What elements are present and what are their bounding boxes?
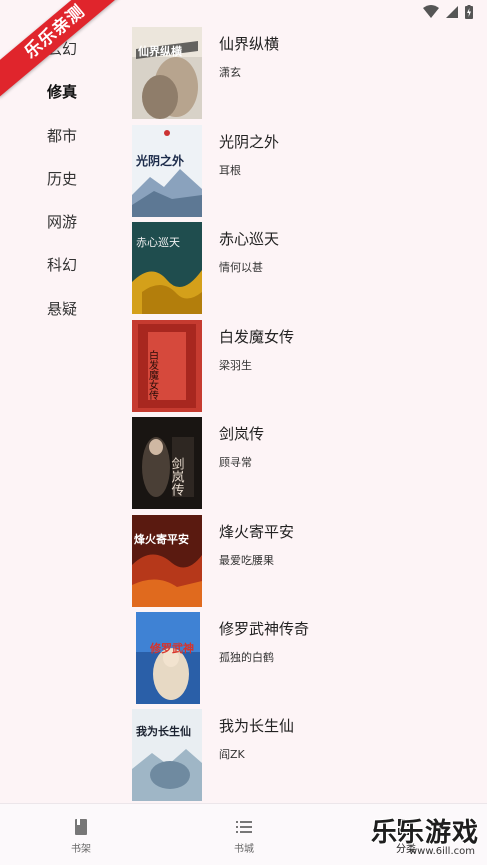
book-item[interactable]: 剑岚传 剑岚传 顾寻常 bbox=[132, 417, 472, 509]
book-icon bbox=[75, 819, 87, 835]
book-author: 情何以甚 bbox=[219, 261, 263, 274]
book-title[interactable]: 我为长生仙 bbox=[219, 715, 294, 736]
book-item[interactable]: 白发魔女传 白发魔女传 梁羽生 bbox=[132, 320, 472, 412]
sidebar-item-kehuan[interactable]: 科幻 bbox=[47, 254, 77, 275]
signal-icon bbox=[446, 6, 458, 18]
book-author: 阎ZK bbox=[219, 748, 245, 761]
book-author: 潇玄 bbox=[219, 66, 241, 79]
book-author: 最爱吃腰果 bbox=[219, 554, 274, 567]
book-cover[interactable]: 烽火寄平安 bbox=[132, 515, 202, 607]
battery-icon bbox=[465, 5, 473, 19]
book-title[interactable]: 修罗武神传奇 bbox=[219, 618, 309, 639]
book-title[interactable]: 剑岚传 bbox=[219, 423, 264, 444]
book-cover[interactable]: 我为长生仙 bbox=[132, 709, 202, 801]
book-item[interactable]: 仙界纵横 仙界纵横 潇玄 bbox=[132, 27, 472, 119]
book-author: 梁羽生 bbox=[219, 359, 252, 372]
book-item[interactable]: 光阴之外 光阴之外 耳根 bbox=[132, 125, 472, 217]
corner-watermark: 乐乐游戏 www.6ill.com bbox=[363, 808, 483, 862]
book-item[interactable]: 修罗武神 修罗武神传奇 孤独的白鹤 bbox=[132, 612, 472, 704]
book-title[interactable]: 光阴之外 bbox=[219, 131, 279, 152]
book-cover[interactable]: 仙界纵横 bbox=[132, 27, 202, 119]
svg-text:赤心巡天: 赤心巡天 bbox=[136, 236, 180, 249]
sidebar-item-xiuzhen[interactable]: 修真 bbox=[47, 81, 77, 102]
wifi-icon bbox=[423, 5, 439, 18]
nav-bookshelf[interactable]: 书架 bbox=[51, 818, 111, 855]
sidebar-item-wangyou[interactable]: 网游 bbox=[47, 211, 77, 232]
book-cover[interactable]: 赤心巡天 bbox=[132, 222, 202, 314]
book-item[interactable]: 赤心巡天 赤心巡天 情何以甚 bbox=[132, 222, 472, 314]
book-title[interactable]: 白发魔女传 bbox=[219, 326, 294, 347]
svg-text:白发魔女传: 白发魔女传 bbox=[147, 349, 159, 401]
nav-label: 书架 bbox=[71, 844, 91, 855]
nav-bookstore[interactable]: 书城 bbox=[214, 818, 274, 855]
book-title[interactable]: 仙界纵横 bbox=[219, 33, 279, 54]
book-title[interactable]: 赤心巡天 bbox=[219, 228, 279, 249]
watermark-url: www.6ill.com bbox=[408, 846, 475, 857]
book-author: 耳根 bbox=[219, 164, 241, 177]
svg-text:光阴之外: 光阴之外 bbox=[135, 153, 184, 168]
svg-text:烽火寄平安: 烽火寄平安 bbox=[134, 532, 189, 546]
book-cover[interactable]: 白发魔女传 bbox=[132, 320, 202, 412]
book-cover[interactable]: 剑岚传 bbox=[132, 417, 202, 509]
svg-text:仙界纵横: 仙界纵横 bbox=[138, 44, 183, 58]
book-item[interactable]: 我为长生仙 我为长生仙 阎ZK bbox=[132, 709, 472, 801]
svg-text:我为长生仙: 我为长生仙 bbox=[136, 724, 191, 738]
watermark-text: 乐乐游戏 bbox=[370, 818, 479, 848]
nav-label: 书城 bbox=[234, 844, 254, 855]
book-item[interactable]: 烽火寄平安 烽火寄平安 最爱吃腰果 bbox=[132, 515, 472, 607]
svg-text:剑岚传: 剑岚传 bbox=[169, 456, 185, 496]
sidebar-item-xuanyi[interactable]: 悬疑 bbox=[47, 298, 77, 319]
book-author: 顾寻常 bbox=[219, 456, 252, 469]
sidebar-item-lishi[interactable]: 历史 bbox=[47, 168, 77, 189]
book-title[interactable]: 烽火寄平安 bbox=[219, 521, 294, 542]
sidebar-item-dushi[interactable]: 都市 bbox=[47, 125, 77, 146]
book-cover[interactable]: 光阴之外 bbox=[132, 125, 202, 217]
svg-text:修罗武神: 修罗武神 bbox=[149, 641, 194, 655]
book-cover[interactable]: 修罗武神 bbox=[136, 612, 200, 704]
list-icon bbox=[236, 821, 252, 833]
book-author: 孤独的白鹤 bbox=[219, 651, 274, 664]
